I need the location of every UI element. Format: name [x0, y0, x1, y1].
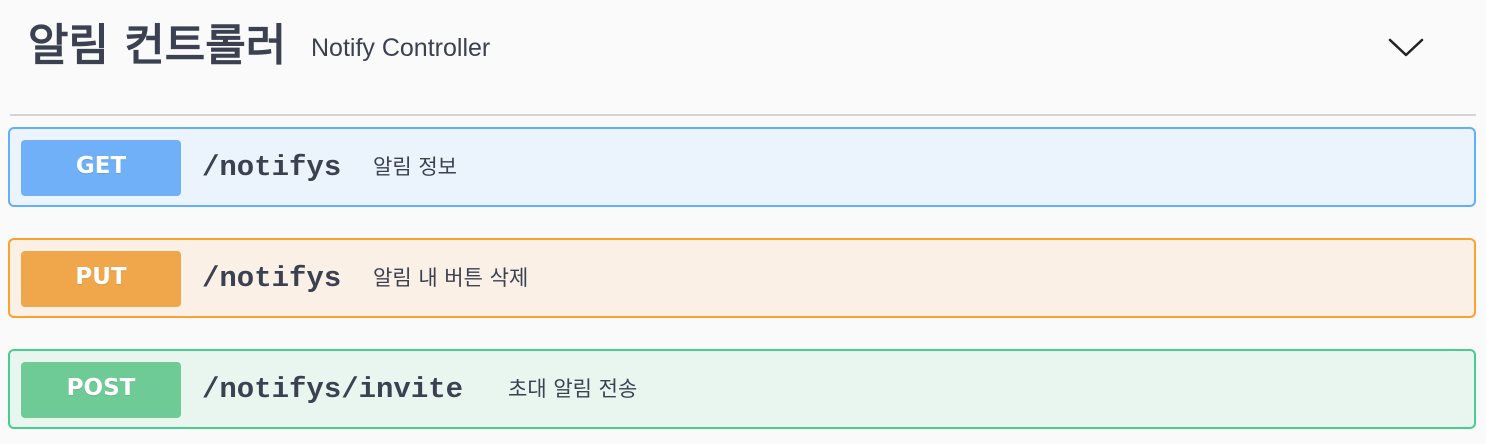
chevron-down-icon[interactable] — [1386, 32, 1426, 62]
section-description: Notify Controller — [311, 34, 491, 62]
section-title: 알림 컨트롤러 — [28, 20, 287, 71]
operation-path: /notifys — [202, 262, 342, 295]
operation-path: /notifys — [202, 151, 342, 184]
operation-post-notifys-invite[interactable]: POST /notifys/invite 초대 알림 전송 — [8, 349, 1476, 429]
method-badge-put: PUT — [21, 251, 181, 307]
chevron-down-icon-svg — [1388, 38, 1424, 57]
operation-summary: 알림 내 버튼 삭제 — [373, 266, 529, 290]
section-header[interactable]: 알림 컨트롤러 Notify Controller — [10, 0, 1476, 116]
notify-controller-section: 알림 컨트롤러 Notify Controller GET /notifys 알… — [0, 0, 1486, 444]
method-badge-get: GET — [21, 140, 181, 196]
method-badge-post: POST — [21, 362, 181, 418]
operation-put-notifys[interactable]: PUT /notifys 알림 내 버튼 삭제 — [8, 238, 1476, 318]
operation-get-notifys[interactable]: GET /notifys 알림 정보 — [8, 127, 1476, 207]
operation-summary: 알림 정보 — [373, 155, 457, 179]
operation-path: /notifys/invite — [202, 373, 464, 406]
operation-summary: 초대 알림 전송 — [508, 377, 638, 401]
